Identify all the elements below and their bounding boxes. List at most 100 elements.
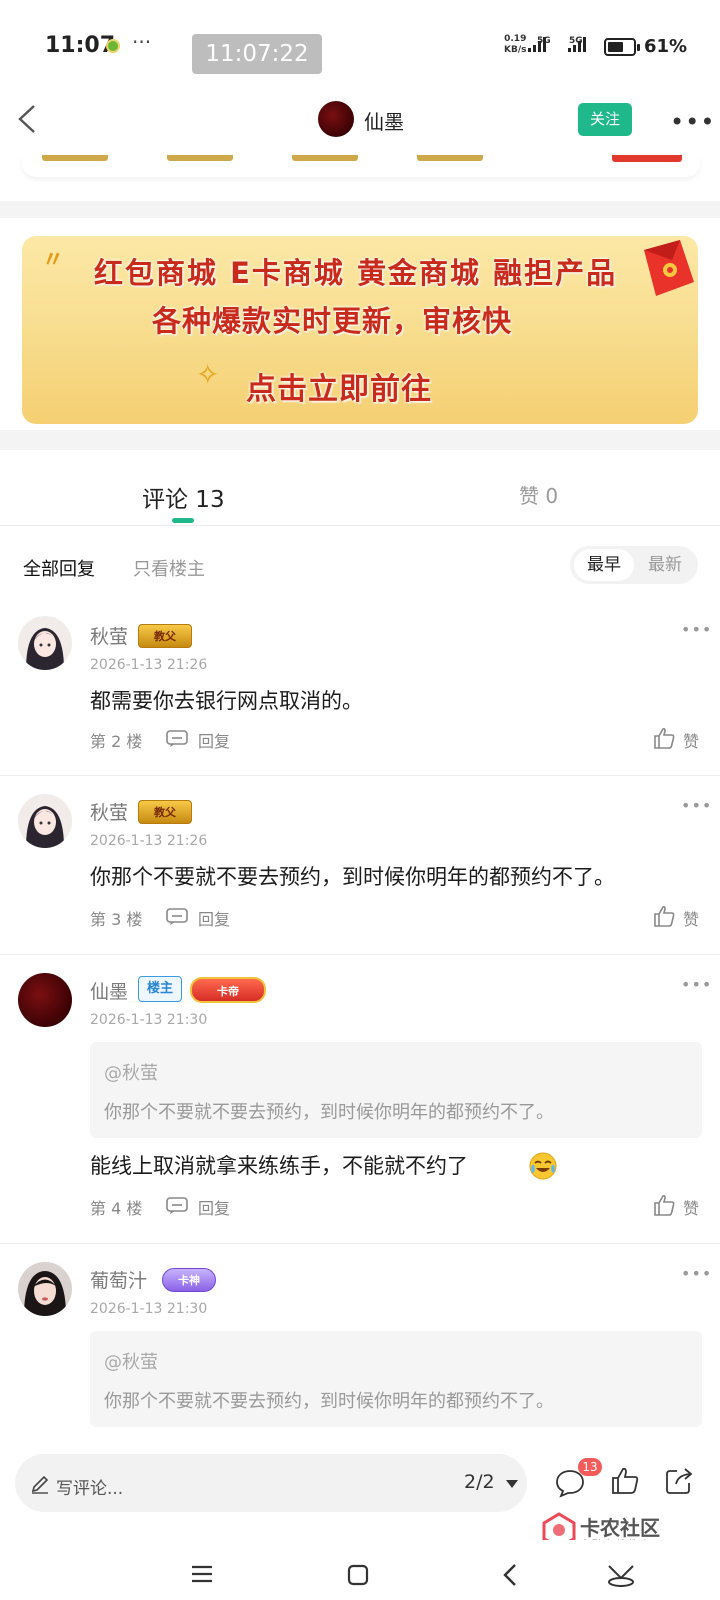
battery-percent: 61% xyxy=(644,36,688,57)
comment-more-icon[interactable]: ••• xyxy=(681,975,712,994)
promo-banner[interactable]: 〃 红包商城 E卡商城 黄金商城 融担产品 各种爆款实时更新，审核快 ✧ 点击立… xyxy=(22,236,698,424)
comment-more-icon[interactable]: ••• xyxy=(681,796,712,815)
reply-button[interactable]: 回复 xyxy=(198,1195,230,1219)
comment-count-badge: 13 xyxy=(578,1458,602,1476)
banner-line-2: 各种爆款实时更新，审核快 xyxy=(152,304,513,338)
comment-username[interactable]: 秋萤 xyxy=(90,798,128,825)
quoted-comment: @秋萤 你那个不要就不要去预约，到时候你明年的都预约不了。 xyxy=(90,1331,702,1427)
scrolled-card-edge xyxy=(22,155,700,177)
banner-line-1: 红包商城 E卡商城 黄金商城 融担产品 xyxy=(94,256,618,290)
app-notification-icon xyxy=(106,39,120,53)
quote-mention[interactable]: @秋萤 xyxy=(104,1348,158,1374)
chevron-down-icon[interactable] xyxy=(506,1480,518,1488)
filter-op-only[interactable]: 只看楼主 xyxy=(133,555,205,581)
card-item-1 xyxy=(42,155,108,161)
rank-badge: 教父 xyxy=(138,800,192,824)
page-indicator[interactable]: 2/2 xyxy=(464,1471,495,1493)
comment-time: 2026-1-13 21:26 xyxy=(90,657,208,673)
card-item-4 xyxy=(417,155,483,161)
tab-divider xyxy=(0,525,720,526)
network-speed-value: 0.19 xyxy=(504,34,527,44)
banner-cta[interactable]: 点击立即前往 xyxy=(246,364,432,408)
follow-button[interactable]: 关注 xyxy=(578,103,632,136)
rank-badge: 卡神 xyxy=(162,1268,216,1292)
floor-number: 第 2 楼 xyxy=(90,732,143,751)
tab-active-indicator xyxy=(172,518,194,523)
reply-icon[interactable] xyxy=(166,1197,188,1215)
battery-icon xyxy=(604,38,640,56)
write-comment-placeholder[interactable]: 写评论... xyxy=(56,1474,123,1499)
more-options-icon[interactable]: ••• xyxy=(670,108,715,136)
status-bar: 11:07 ··· 11:07:22 0.19 KB/s 5G 5G 61% xyxy=(0,0,720,95)
comment-text: 都需要你去银行网点取消的。 xyxy=(90,689,363,713)
crying-laughing-emoji-icon xyxy=(529,1152,557,1180)
gesture-assist-icon[interactable] xyxy=(604,1558,638,1588)
share-icon[interactable] xyxy=(664,1466,694,1496)
quote-mention[interactable]: @秋萤 xyxy=(104,1059,158,1085)
reply-icon[interactable] xyxy=(166,908,188,926)
op-badge: 楼主 xyxy=(138,976,182,1002)
comment-username[interactable]: 秋萤 xyxy=(90,622,128,649)
reply-button[interactable]: 回复 xyxy=(198,728,230,752)
reply-button[interactable]: 回复 xyxy=(198,906,230,930)
header-username[interactable]: 仙墨 xyxy=(364,106,404,135)
home-icon[interactable] xyxy=(346,1563,370,1587)
thumbs-up-icon[interactable] xyxy=(610,1466,640,1496)
card-item-2 xyxy=(167,155,233,161)
comment-time: 2026-1-13 21:30 xyxy=(90,1301,208,1317)
status-clock: 11:07 xyxy=(45,33,116,58)
recent-apps-icon[interactable] xyxy=(190,1564,214,1584)
time-overlay: 11:07:22 xyxy=(192,34,322,74)
reply-icon[interactable] xyxy=(166,730,188,748)
comment-username[interactable]: 葡萄汁 xyxy=(90,1266,147,1293)
avatar[interactable] xyxy=(18,616,72,670)
sort-newest[interactable]: 最新 xyxy=(636,549,694,581)
comment-more-icon[interactable]: ••• xyxy=(681,1264,712,1283)
comment-item: 秋萤 教父 2026-1-13 21:26 你那个不要就不要去预约，到时候你明年… xyxy=(0,776,720,954)
header-avatar[interactable] xyxy=(318,101,354,137)
like-icon[interactable] xyxy=(652,726,676,750)
section-divider xyxy=(0,201,720,218)
floor-number: 第 4 楼 xyxy=(90,1199,143,1218)
tab-likes[interactable]: 赞 0 xyxy=(519,480,558,509)
avatar[interactable] xyxy=(18,1262,72,1316)
quote-text: 你那个不要就不要去预约，到时候你明年的都预约不了。 xyxy=(104,1102,554,1123)
like-icon[interactable] xyxy=(652,904,676,928)
comment-time: 2026-1-13 21:30 xyxy=(90,1012,208,1028)
nav-back-icon[interactable] xyxy=(500,1561,520,1589)
comment-text: 你那个不要就不要去预约，到时候你明年的都预约不了。 xyxy=(90,865,615,889)
comment-username[interactable]: 仙墨 xyxy=(90,977,128,1004)
red-envelope-icon xyxy=(644,240,694,296)
network-speed: 0.19 KB/s xyxy=(504,34,526,56)
back-arrow-icon[interactable] xyxy=(14,102,44,136)
card-item-3 xyxy=(292,155,358,161)
card-red-button xyxy=(612,155,682,162)
rank-badge: 教父 xyxy=(138,624,192,648)
like-button[interactable]: 赞 xyxy=(683,906,699,930)
comment-time: 2026-1-13 21:26 xyxy=(90,833,208,849)
tab-comments[interactable]: 评论 13 xyxy=(142,480,225,514)
like-button[interactable]: 赞 xyxy=(683,1195,699,1219)
signal-bars-1-icon xyxy=(528,37,546,52)
floor-number: 第 3 楼 xyxy=(90,910,143,929)
sparkle-icon: 〃 xyxy=(42,248,65,273)
quoted-comment: @秋萤 你那个不要就不要去预约，到时候你明年的都预约不了。 xyxy=(90,1042,702,1138)
comment-text: 能线上取消就拿来练练手，不能就不约了 xyxy=(90,1154,468,1178)
network-speed-unit: KB/s xyxy=(504,45,527,55)
sort-oldest[interactable]: 最早 xyxy=(574,549,634,581)
star-sparkle-icon: ✧ xyxy=(196,358,220,391)
system-nav-bar xyxy=(0,1540,720,1600)
avatar[interactable] xyxy=(18,973,72,1027)
rank-badge: 卡帝 xyxy=(190,977,266,1003)
comment-item: 葡萄汁 卡神 2026-1-13 21:30 @秋萤 你那个不要就不要去预约，到… xyxy=(0,1244,720,1430)
status-more-icon: ··· xyxy=(132,30,152,54)
comment-more-icon[interactable]: ••• xyxy=(681,620,712,639)
pencil-icon xyxy=(31,1475,49,1494)
like-icon[interactable] xyxy=(652,1193,676,1217)
section-divider xyxy=(0,430,720,450)
sort-toggle[interactable]: 最早 最新 xyxy=(570,546,698,584)
comment-item: 秋萤 教父 2026-1-13 21:26 都需要你去银行网点取消的。 第 2 … xyxy=(0,600,720,775)
like-button[interactable]: 赞 xyxy=(683,728,699,752)
avatar[interactable] xyxy=(18,794,72,848)
filter-all-replies[interactable]: 全部回复 xyxy=(23,555,95,581)
